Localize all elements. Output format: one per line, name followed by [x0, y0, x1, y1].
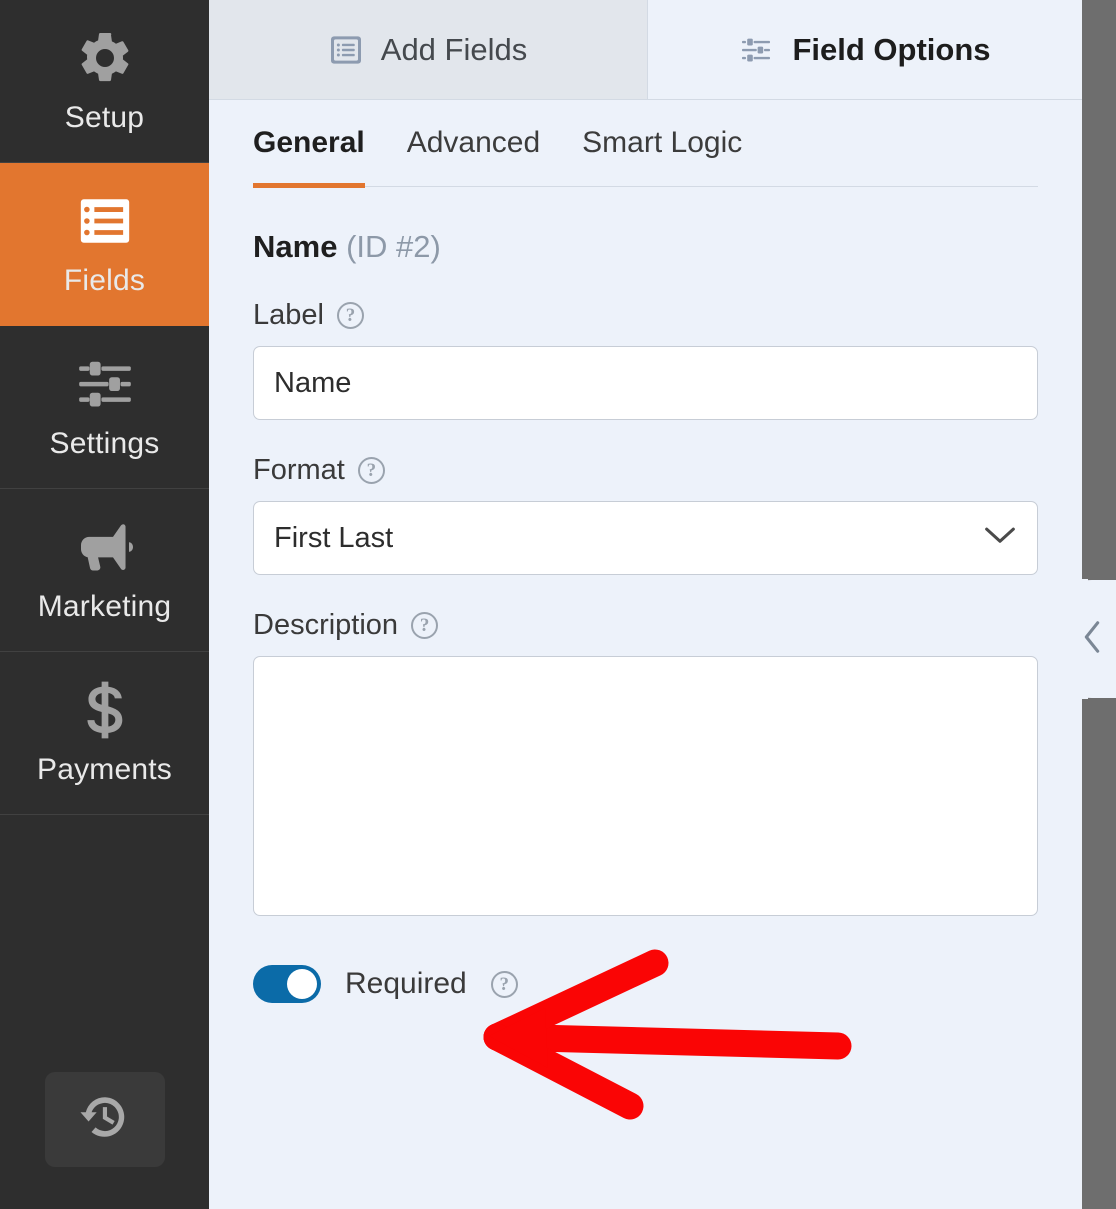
description-field-row: Description ? [253, 609, 1038, 921]
subtab-general[interactable]: General [253, 100, 365, 186]
sidebar-item-label: Fields [64, 266, 145, 296]
field-options-panel: Add Fields Field Opti [209, 0, 1082, 1209]
subtab-label: Advanced [407, 126, 540, 160]
sidebar-item-payments[interactable]: Payments [0, 652, 209, 815]
chevron-left-icon [1081, 620, 1103, 659]
format-select-wrap: First Last [253, 501, 1038, 575]
tab-label: Field Options [792, 32, 990, 68]
sliders-icon [74, 355, 136, 413]
label-field-row: Label ? [253, 299, 1038, 420]
required-toggle[interactable] [253, 965, 321, 1003]
sidebar-item-settings[interactable]: Settings [0, 326, 209, 489]
megaphone-icon [73, 518, 137, 576]
question-mark-icon[interactable]: ? [411, 612, 438, 639]
subtab-smart-logic[interactable]: Smart Logic [582, 100, 742, 186]
collapse-panel-button[interactable] [1058, 580, 1116, 698]
sidebar-spacer [0, 815, 209, 1029]
form-builder-window: Setup Fields [0, 0, 1116, 1209]
dollar-icon [78, 681, 132, 739]
subtab-label: Smart Logic [582, 126, 742, 160]
gear-icon [75, 29, 135, 87]
sidebar-item-label: Marketing [38, 592, 172, 622]
description-field-label: Description [253, 609, 398, 642]
label-field-label: Label [253, 299, 324, 332]
description-field-label-wrap: Description ? [253, 609, 1038, 642]
required-label: Required [345, 967, 467, 1001]
label-field-label-wrap: Label ? [253, 299, 1038, 332]
sidebar-item-fields[interactable]: Fields [0, 163, 209, 326]
format-field-row: Format ? First Last [253, 454, 1038, 575]
field-heading-id: (ID #2) [346, 229, 441, 264]
sidebar-item-label: Settings [50, 429, 160, 459]
field-heading: Name (ID #2) [253, 229, 1038, 265]
revisions-button[interactable] [45, 1072, 165, 1167]
list-icon [76, 192, 134, 250]
tab-label: Add Fields [381, 32, 527, 68]
format-field-label: Format [253, 454, 345, 487]
sidebar-item-marketing[interactable]: Marketing [0, 489, 209, 652]
label-input[interactable] [253, 346, 1038, 420]
question-mark-icon[interactable]: ? [337, 302, 364, 329]
sidebar-item-label: Payments [37, 755, 172, 785]
sidebar-footer [0, 1029, 209, 1209]
sidebar-item-label: Setup [65, 103, 144, 133]
format-field-label-wrap: Format ? [253, 454, 1038, 487]
question-mark-icon[interactable]: ? [491, 971, 518, 998]
subtab-advanced[interactable]: Advanced [407, 100, 540, 186]
sidebar-item-setup[interactable]: Setup [0, 0, 209, 163]
description-textarea[interactable] [253, 656, 1038, 916]
tab-add-fields[interactable]: Add Fields [209, 0, 648, 99]
subtab-label: General [253, 126, 365, 160]
form-list-icon [329, 35, 363, 65]
history-icon [78, 1090, 132, 1149]
format-select-value: First Last [274, 522, 393, 555]
question-mark-icon[interactable]: ? [358, 457, 385, 484]
required-toggle-knob [287, 969, 317, 999]
tab-field-options[interactable]: Field Options [648, 0, 1081, 99]
required-toggle-row: Required ? [253, 965, 1038, 1003]
field-options-body: Name (ID #2) Label ? Format ? F [209, 229, 1082, 1003]
panel-tab-bar: Add Fields Field Opti [209, 0, 1082, 100]
format-select[interactable]: First Last [253, 501, 1038, 575]
sliders-icon [738, 34, 774, 66]
field-options-subtabs: General Advanced Smart Logic [253, 100, 1038, 187]
builder-sidebar: Setup Fields [0, 0, 209, 1209]
field-heading-name: Name [253, 229, 337, 264]
